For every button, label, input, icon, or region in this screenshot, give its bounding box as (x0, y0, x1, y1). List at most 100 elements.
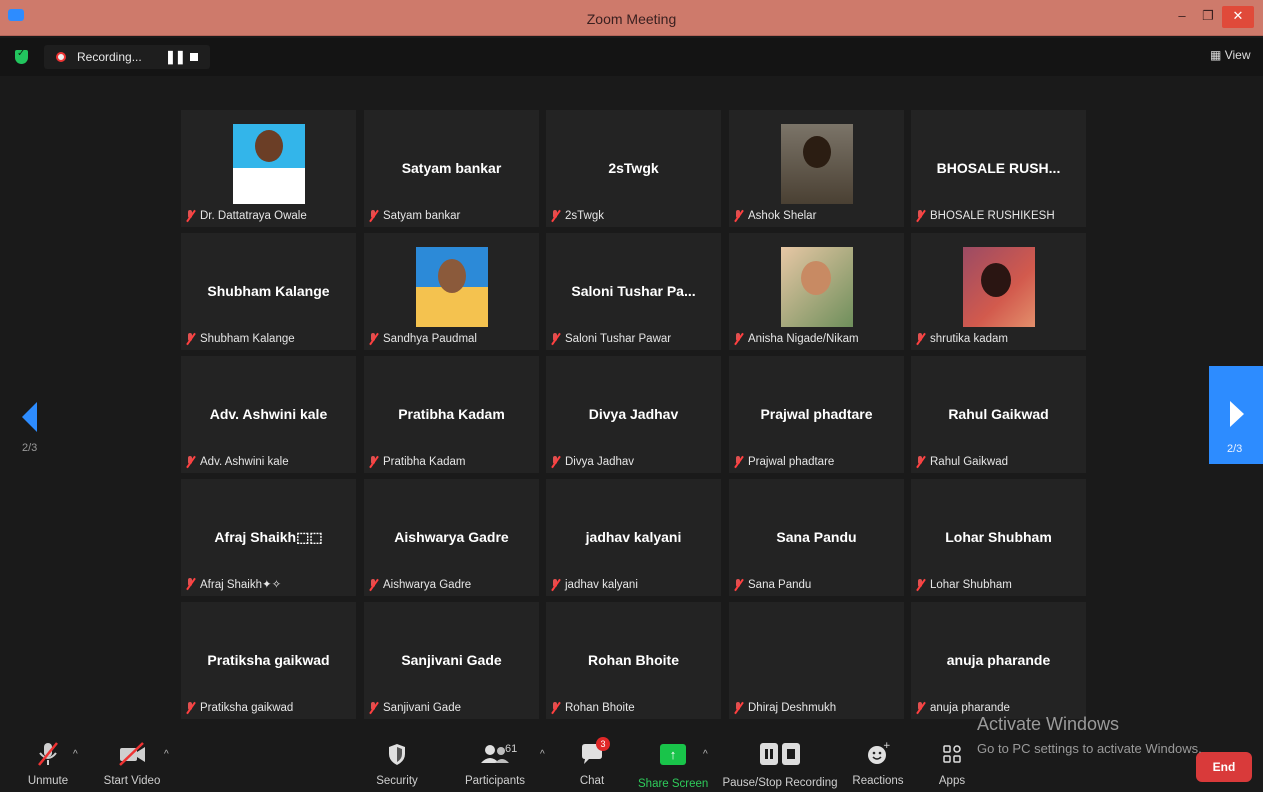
unmute-label: Unmute (27, 775, 69, 787)
participant-name: Rahul Gaikwad (930, 456, 1008, 468)
watermark-line1: Activate Windows (977, 714, 1120, 734)
participant-name: Rohan Bhoite (565, 702, 635, 714)
mic-muted-icon (915, 210, 926, 222)
participant-name: Adv. Ashwini kale (200, 456, 289, 468)
participant-label: Satyam bankar (368, 210, 460, 222)
participant-name: Saloni Tushar Pawar (565, 333, 672, 345)
participant-tile[interactable]: Dr. Dattatraya Owale (181, 110, 356, 227)
share-screen-button[interactable]: ↑ Share Screen (638, 741, 708, 790)
participant-tile[interactable]: Aishwarya Gadre Aishwarya Gadre (364, 479, 539, 596)
participant-name: Dr. Dattatraya Owale (200, 210, 307, 222)
participant-tile[interactable]: Anisha Nigade/Nikam (729, 233, 904, 350)
participant-name: jadhav kalyani (565, 579, 638, 591)
participant-tile[interactable]: Sandhya Paudmal (364, 233, 539, 350)
recording-indicator: Recording... ❚❚ (44, 45, 210, 69)
window-titlebar: Zoom Meeting – ❐ ✕ (0, 0, 1263, 36)
participant-tile[interactable]: Rohan Bhoite Rohan Bhoite (546, 602, 721, 719)
participants-button[interactable]: 61 Participants (458, 741, 532, 787)
stop-recording-icon[interactable] (190, 53, 198, 61)
participant-tile[interactable]: anuja pharande anuja pharande (911, 602, 1086, 719)
participant-tile[interactable]: Sanjivani Gade Sanjivani Gade (364, 602, 539, 719)
view-label: View (1224, 48, 1251, 62)
participant-tile[interactable]: shrutika kadam (911, 233, 1086, 350)
participant-label: Afraj Shaikh✦✧ (185, 577, 281, 591)
participant-tile[interactable]: Satyam bankar Satyam bankar (364, 110, 539, 227)
apps-icon (943, 745, 961, 763)
participant-display-name: Satyam bankar (401, 160, 502, 176)
apps-label: Apps (938, 775, 966, 787)
pause-recording-icon[interactable]: ❚❚ (165, 49, 186, 65)
chat-button[interactable]: 3 Chat (572, 737, 612, 787)
shield-icon (389, 744, 405, 765)
participant-name: Divya Jadhav (565, 456, 635, 468)
participant-name: Afraj Shaikh✦✧ (200, 579, 282, 591)
maximize-button[interactable]: ❐ (1198, 6, 1218, 28)
participant-tile[interactable]: Divya Jadhav Divya Jadhav (546, 356, 721, 473)
participant-name: Dhiraj Deshmukh (748, 702, 837, 714)
participant-tile[interactable]: Sana Pandu Sana Pandu (729, 479, 904, 596)
audio-options-caret[interactable]: ^ (73, 749, 78, 760)
participant-display-name: Rohan Bhoite (588, 652, 679, 668)
start-video-button[interactable]: Start Video (100, 741, 164, 787)
participant-label: Sandhya Paudmal (368, 333, 477, 345)
watermark-line2: Go to PC settings to activate Windows. (977, 741, 1202, 756)
participant-tile[interactable]: Ashok Shelar (729, 110, 904, 227)
participant-tile[interactable]: Lohar Shubham Lohar Shubham (911, 479, 1086, 596)
participant-name: shrutika kadam (930, 333, 1008, 345)
chat-label: Chat (579, 775, 605, 787)
mic-muted-icon (733, 333, 744, 345)
participant-display-name: Pratiksha gaikwad (207, 652, 330, 668)
participant-tile[interactable]: Adv. Ashwini kale Adv. Ashwini kale (181, 356, 356, 473)
participant-name: BHOSALE RUSHIKESH (930, 210, 1055, 222)
previous-page-button[interactable]: 2/3 (18, 396, 44, 456)
next-page-button[interactable]: 2/3 (1209, 366, 1263, 464)
participant-tile[interactable]: Dhiraj Deshmukh (729, 602, 904, 719)
participant-label: Rohan Bhoite (550, 702, 635, 714)
mic-muted-icon (368, 702, 379, 714)
participant-tile[interactable]: jadhav kalyani jadhav kalyani (546, 479, 721, 596)
participant-tile[interactable]: Pratibha Kadam Pratibha Kadam (364, 356, 539, 473)
participant-tile[interactable]: Rahul Gaikwad Rahul Gaikwad (911, 356, 1086, 473)
view-button[interactable]: ▦ View (1210, 48, 1250, 62)
share-arrow-icon: ↑ (660, 744, 686, 765)
start-video-label: Start Video (103, 775, 161, 787)
minimize-button[interactable]: – (1172, 6, 1192, 28)
mic-muted-icon (915, 579, 926, 591)
mic-muted-icon (915, 456, 926, 468)
participant-photo (781, 247, 853, 327)
participant-label: Shubham Kalange (185, 333, 295, 345)
reactions-button[interactable]: + Reactions (850, 741, 906, 787)
security-button[interactable]: Security (372, 741, 422, 787)
close-button[interactable]: ✕ (1222, 6, 1254, 28)
apps-button[interactable]: Apps (932, 741, 972, 787)
security-label: Security (376, 775, 418, 787)
participants-options-caret[interactable]: ^ (540, 749, 545, 760)
participant-tile[interactable]: Afraj Shaikh⬚⬚ Afraj Shaikh✦✧ (181, 479, 356, 596)
participant-tile[interactable]: Saloni Tushar Pa... Saloni Tushar Pawar (546, 233, 721, 350)
mic-muted-icon (185, 702, 196, 714)
mic-muted-icon (733, 702, 744, 714)
mic-muted-icon (185, 578, 196, 590)
mic-muted-icon (733, 456, 744, 468)
chat-icon-wrap: 3 (580, 737, 610, 767)
mic-muted-icon (368, 210, 379, 222)
participant-tile[interactable]: Prajwal phadtare Prajwal phadtare (729, 356, 904, 473)
participant-display-name: 2sTwgk (608, 160, 659, 176)
participant-label: Saloni Tushar Pawar (550, 333, 671, 345)
unmute-button[interactable]: Unmute (22, 741, 74, 787)
mic-muted-icon (38, 742, 58, 766)
recording-controls-icon-wrap (760, 743, 800, 769)
mic-muted-icon (550, 702, 561, 714)
participants-label: Participants (464, 775, 526, 787)
smiley-plus-icon: + (868, 741, 890, 764)
participant-photo (781, 616, 853, 696)
end-meeting-button[interactable]: End (1196, 752, 1252, 782)
participant-tile[interactable]: Pratiksha gaikwad Pratiksha gaikwad (181, 602, 356, 719)
pause-stop-recording-button[interactable]: Pause/Stop Recording (722, 741, 838, 789)
security-shield-icon[interactable] (15, 48, 28, 64)
video-options-caret[interactable]: ^ (164, 749, 169, 760)
participant-tile[interactable]: BHOSALE RUSH... BHOSALE RUSHIKESH (911, 110, 1086, 227)
share-options-caret[interactable]: ^ (703, 749, 708, 760)
participant-tile[interactable]: Shubham Kalange Shubham Kalange (181, 233, 356, 350)
participant-tile[interactable]: 2sTwgk 2sTwgk (546, 110, 721, 227)
